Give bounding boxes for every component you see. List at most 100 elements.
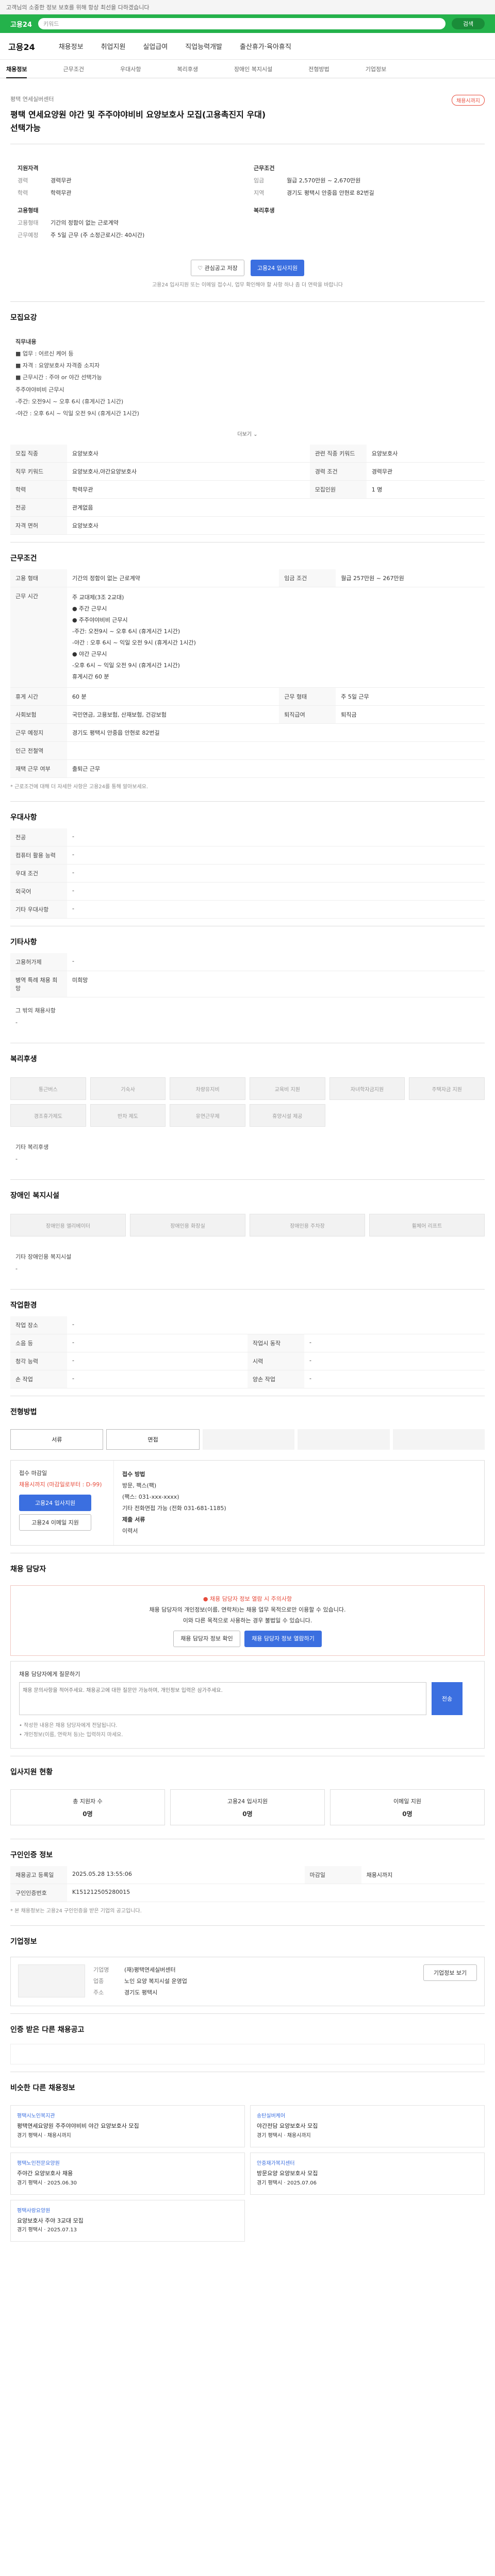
related-card[interactable]: 평택시노인복지관 평택연세요양원 주주야야비비 야간 요양보호사 모집 경기 평택시…: [10, 2105, 245, 2147]
work-notice: * 근로조건에 대해 더 자세한 사항은 고용24를 통해 알아보세요.: [10, 784, 148, 790]
screening-step: [392, 1429, 485, 1450]
search-button[interactable]: 검색: [452, 18, 485, 29]
preference-table: 전공 - 컴퓨터 활용 능력 - 우대 조건 - 외국어 - 기타 우대사항 -: [10, 828, 485, 919]
stat-card: 총 지원자 수 0명: [10, 1789, 165, 1826]
welfare-chip: 주택자금 지원: [409, 1077, 485, 1100]
welfare-chip: 유연근무제: [170, 1104, 245, 1127]
work-env-table: 작업 장소 - 소음 등 - 작업시 동작 - 청각 능력 - 시력 - 손 작업 - 양손 작업…: [10, 1316, 485, 1389]
duties-block: 직무내용 ■ 업무 : 어르신 케어 등 ■ 자격 : 요양보호사 자격증 소지…: [15, 338, 139, 417]
contact-check-button[interactable]: 채용 담당자 정보 확인: [173, 1631, 240, 1648]
apply-button[interactable]: 고용24 입사지원: [251, 260, 304, 277]
welfare-chip: 경조휴가제도: [10, 1104, 86, 1127]
screening-step: 면접: [106, 1429, 200, 1450]
company-logo: [18, 1964, 85, 1998]
welfare-chips: 통근버스 기숙사 차량유지비 교육비 지원 자녀학자금지원 주택자금 지원 경조…: [10, 1070, 485, 1134]
related-heading: 인증 받은 다른 채용공고: [10, 2013, 485, 2041]
stat-card: 고용24 입사지원 0명: [170, 1789, 325, 1826]
more-link[interactable]: 더보기 ⌄: [10, 430, 485, 437]
screening-step: 서류: [10, 1429, 104, 1450]
contact-heading: 채용 담당자: [10, 1553, 485, 1580]
apply-note: 고용24 입사지원 또는 이메일 접수시, 업무 확인해야 할 사항 하나 좀 …: [152, 282, 343, 289]
info-heading: 구인인증 정보: [10, 1839, 485, 1866]
welfare-chip: 자녀학자금지원: [329, 1077, 405, 1100]
warning-icon: ● 채용 담당자 정보 열람 시 주의사항: [203, 1596, 292, 1603]
other-table: 고용허가제 - 병역 특례 채용 희망 미희망: [10, 953, 485, 997]
company-heading: 기업정보: [10, 1925, 485, 1953]
welfare-chip: 휴양시설 제공: [250, 1104, 325, 1127]
work-table: 고용 형태 기간의 정함이 없는 근로계약 임금 조건 월급 257만원 ~ 267만…: [10, 569, 485, 778]
screening-heading: 전형방법: [10, 1396, 485, 1423]
welfare-chip: 반차 제도: [90, 1104, 166, 1127]
screening-step: [202, 1429, 295, 1450]
screening-step: [298, 1429, 390, 1450]
company-box: 기업명 (재)평택연세실버센터 업종 노인 요양 복지시설 운영업 주소 경기도 평택…: [10, 1957, 485, 2007]
preference-heading: 우대사항: [10, 801, 485, 828]
nav-item[interactable]: 채용정보: [59, 41, 84, 51]
info-table: 채용공고 등록일 2025.05.28 13:55:06 마감일 채용시까지 구인인증…: [10, 1866, 485, 1903]
info-notice: * 본 채용정보는 고용24 구인인증을 받은 기업의 공고입니다.: [10, 1908, 142, 1914]
apply-deadline-label: 접수 마감일: [19, 1470, 47, 1477]
section-tabs: 채용정보 근무조건 우대사항 복리후생 장애인 복지시설 전형방법 기업정보: [0, 60, 495, 78]
brand-logo[interactable]: 고용24: [8, 40, 35, 53]
send-button[interactable]: 전송: [432, 1682, 463, 1716]
tab-preference[interactable]: 우대사항: [120, 65, 141, 73]
email-apply-button[interactable]: 고용24 이메일 지원: [19, 1514, 91, 1531]
tab-welfare[interactable]: 복리후생: [177, 65, 197, 73]
apply-button-2[interactable]: 고용24 입사지원: [19, 1495, 91, 1512]
tab-screening[interactable]: 전형방법: [308, 65, 329, 73]
question-input[interactable]: [19, 1682, 426, 1716]
tab-recruit[interactable]: 채용정보: [6, 65, 27, 78]
other-heading: 기타사항: [10, 925, 485, 953]
summary-panel: 지원자격 경력 경력무관 학력 학력무관 고용형태 고용형태 기간의 정함이 없는 근…: [10, 144, 485, 253]
topbar-logo[interactable]: 고용24: [10, 19, 32, 29]
disability-chip: 장애인용 주차장: [250, 1214, 365, 1237]
stats-row: 총 지원자 수 0명 고용24 입사지원 0명 이메일 지원 0명: [10, 1783, 485, 1832]
nav-item[interactable]: 직업능력개발: [185, 41, 222, 51]
related-card[interactable]: 평택노인전문요양원 주야간 요양보호사 채용 경기 평택시 · 2025.06.30: [10, 2152, 245, 2195]
page-title: 평택 연세요양원 야간 및 주주야야비비 요양보호사 모집(고용촉진지 우대) 선…: [10, 110, 266, 133]
recruit-table: 모집 직종 요양보호사 관련 직종 키워드 요양보호사 직무 키워드 요양보호사,야간요…: [10, 444, 485, 535]
company-info-button[interactable]: 기업정보 보기: [423, 1964, 477, 1981]
job-title-box: 채용시까지 평택 연세실버센터 평택 연세요양원 야간 및 주주야야비비 요양보…: [10, 86, 485, 145]
welfare-chip: 통근버스: [10, 1077, 86, 1100]
disability-heading: 장애인 복지시설: [10, 1179, 485, 1207]
welfare-chip: 교육비 지원: [250, 1077, 325, 1100]
welfare-chip: 차량유지비: [170, 1077, 245, 1100]
screening-steps: 서류 면접: [10, 1423, 485, 1456]
related-card[interactable]: 평택사랑요양원 요양보호사 주야 3교대 모집 경기 평택시 · 2025.07.1…: [10, 2199, 245, 2242]
welfare-extra: 기타 복리후생 -: [15, 1144, 49, 1163]
nav-item[interactable]: 취업지원: [101, 41, 126, 51]
contact-view-button[interactable]: 채용 담당자 정보 열람하기: [244, 1631, 322, 1648]
nav-item[interactable]: 출산휴가·육아휴직: [240, 41, 291, 51]
related-card[interactable]: 송탄실버케어 야간전담 요양보호사 모집 경기 평택시 · 채용시까지: [250, 2105, 485, 2147]
save-button[interactable]: ♡ 관심공고 저장: [191, 260, 244, 277]
welfare-heading: 복리후생: [10, 1043, 485, 1070]
disability-chips: 장애인용 엘리베이터 장애인용 화장실 장애인용 주차장 휠체어 리프트: [10, 1207, 485, 1244]
tab-company[interactable]: 기업정보: [366, 65, 386, 73]
tab-disability[interactable]: 장애인 복지시설: [234, 65, 272, 73]
summary-heading: 지원자격: [18, 165, 39, 172]
question-title: 채용 담당자에게 질문하기: [19, 1671, 80, 1678]
related-card[interactable]: 안중재가복지센터 방문요양 요양보호사 모집 경기 평택시 · 2025.07.06: [250, 2152, 485, 2195]
disability-chip: 장애인용 엘리베이터: [10, 1214, 126, 1237]
contact-warning: ● 채용 담당자 정보 열람 시 주의사항 채용 담당자의 개인정보(이름, 연…: [10, 1585, 485, 1656]
status-badge: 채용시까지: [452, 95, 485, 106]
disability-extra: 기타 장애인용 복지시설 -: [15, 1253, 72, 1273]
stats-heading: 입사지원 현황: [10, 1756, 485, 1783]
company-name[interactable]: 평택 연세실버센터: [10, 95, 485, 103]
summary-heading: 고용형태: [18, 207, 39, 214]
tab-work[interactable]: 근무조건: [63, 65, 84, 73]
top-notice: 고객님의 소중한 정보 보호를 위해 항상 최선을 다하겠습니다: [0, 0, 495, 14]
top-search-bar: 고용24 키워드 검색: [0, 14, 495, 33]
disability-chip: 장애인용 화장실: [130, 1214, 245, 1237]
welfare-chip: 기숙사: [90, 1077, 166, 1100]
search-input[interactable]: 키워드: [38, 18, 446, 29]
summary-heading: 근무조건: [254, 165, 275, 172]
apply-box: 접수 마감일 채용시까지 (마감일로부터 : D-99) 고용24 입사지원 고…: [10, 1460, 485, 1546]
recruit-heading: 모집요강: [10, 301, 485, 329]
work-env-heading: 작업환경: [10, 1289, 485, 1316]
apply-deadline: 채용시까지 (마감일로부터 : D-99): [19, 1481, 102, 1488]
summary-heading: 복리후생: [254, 207, 275, 214]
main-navigation: 고용24 채용정보 취업지원 실업급여 직업능력개발 출산휴가·육아휴직: [0, 33, 495, 60]
nav-item[interactable]: 실업급여: [143, 41, 168, 51]
